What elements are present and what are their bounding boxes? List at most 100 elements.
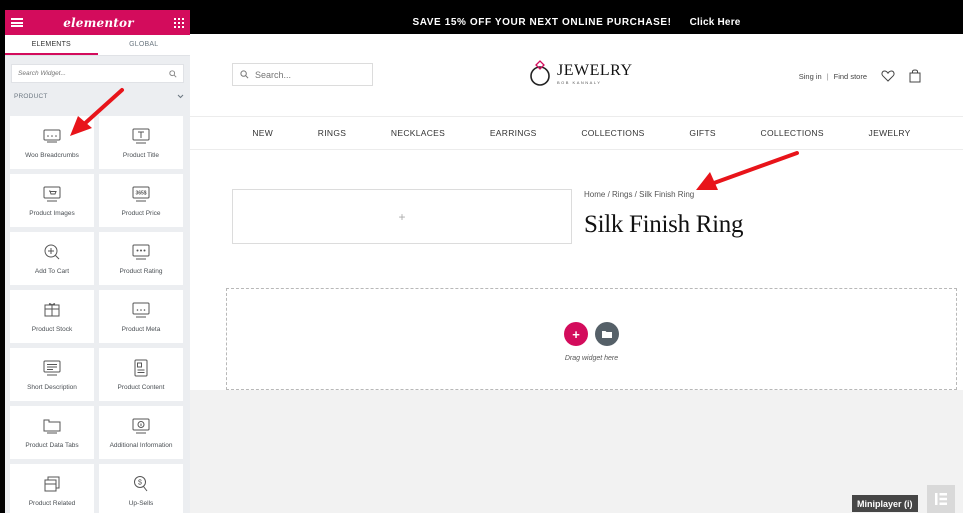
stock-icon [43, 300, 61, 320]
site-search-input[interactable] [255, 69, 365, 80]
breadcrumb: Home / Rings / Silk Finish Ring [584, 190, 695, 199]
tab-elements[interactable]: ELEMENTS [5, 35, 98, 55]
widget-label: Product Data Tabs [25, 442, 79, 449]
price-icon: 365$ [132, 184, 150, 204]
widget-label: Short Description [27, 384, 77, 391]
widget-add-to-cart[interactable]: Add To Cart [10, 232, 94, 285]
apps-grid-icon[interactable] [174, 17, 184, 28]
page-preview: SAVE 15% OFF YOUR NEXT ONLINE PURCHASE! … [190, 10, 963, 513]
heart-icon[interactable] [881, 70, 895, 82]
widget-label: Product Meta [121, 326, 161, 333]
add-template-button[interactable] [595, 322, 619, 346]
category-product-header[interactable]: PRODUCT [14, 93, 184, 100]
site-search-box [232, 63, 373, 86]
promo-text: SAVE 15% OFF YOUR NEXT ONLINE PURCHASE! [412, 16, 672, 28]
chevron-down-icon [177, 94, 184, 99]
elementor-panel: elementor ELEMENTS GLOBAL PRODUCT Woo Br… [5, 10, 190, 513]
drop-zone-hint: Drag widget here [564, 355, 619, 362]
widget-short-description[interactable]: Short Description [10, 348, 94, 401]
promo-cta-link[interactable]: Click Here [690, 17, 741, 28]
upsells-icon: $ [132, 474, 150, 494]
widget-label: Product Related [28, 500, 76, 507]
widget-product-content[interactable]: Product Content [99, 348, 183, 401]
brand-tagline: BOB KANNALY [557, 79, 602, 85]
widget-label: Up-Sells [128, 500, 154, 507]
widget-product-images[interactable]: Product Images [10, 174, 94, 227]
header-actions: Sing in | Find store [799, 69, 921, 83]
promo-bar: SAVE 15% OFF YOUR NEXT ONLINE PURCHASE! … [190, 10, 963, 34]
rating-icon [132, 242, 150, 262]
ring-icon [530, 60, 550, 86]
screen: elementor ELEMENTS GLOBAL PRODUCT Woo Br… [0, 0, 963, 513]
widget-search-box [11, 64, 184, 83]
data-tabs-icon [43, 416, 61, 436]
nav-item-collections-2[interactable]: COLLECTIONS [761, 128, 824, 138]
nav-item-rings[interactable]: RINGS [318, 128, 346, 138]
find-store-link[interactable]: Find store [834, 72, 867, 81]
elementor-logo: elementor [63, 15, 134, 30]
add-section-button[interactable]: + [564, 322, 588, 346]
info-icon [132, 416, 150, 436]
title-icon [132, 126, 150, 146]
add-image-icon: + [398, 209, 406, 224]
widget-label: Product Stock [31, 326, 73, 333]
sign-in-link[interactable]: Sing in [799, 72, 822, 81]
panel-header: elementor [5, 10, 190, 35]
tab-global[interactable]: GLOBAL [98, 35, 191, 55]
widget-label: Product Rating [119, 268, 163, 275]
widget-product-meta[interactable]: Product Meta [99, 290, 183, 343]
images-icon [43, 184, 61, 204]
folder-icon [602, 331, 612, 338]
search-icon [169, 69, 177, 78]
brand-name: JEWELRY [557, 61, 633, 79]
product-image-placeholder[interactable]: + [232, 189, 572, 244]
widget-label: Product Images [29, 210, 75, 217]
widget-product-stock[interactable]: Product Stock [10, 290, 94, 343]
nav-item-gifts[interactable]: GIFTS [689, 128, 716, 138]
brand-logo[interactable]: JEWELRY BOB KANNALY [528, 59, 633, 87]
divider: | [826, 71, 829, 81]
meta-icon [132, 300, 150, 320]
nav-item-earrings[interactable]: EARRINGS [490, 128, 537, 138]
product-title: Silk Finish Ring [584, 211, 744, 238]
widget-label: Additional Information [109, 442, 173, 449]
widget-label: Product Content [117, 384, 165, 391]
price-glyph: 365$ [135, 191, 146, 197]
nav-item-new[interactable]: NEW [252, 128, 273, 138]
widget-up-sells[interactable]: $ Up-Sells [99, 464, 183, 513]
short-description-icon [43, 358, 61, 378]
widget-grid: Woo Breadcrumbs Product Title Product Im… [10, 116, 185, 513]
widget-label: Product Title [122, 152, 160, 159]
widget-product-price[interactable]: 365$ Product Price [99, 174, 183, 227]
elementor-badge-icon[interactable] [927, 485, 955, 513]
widget-product-data-tabs[interactable]: Product Data Tabs [10, 406, 94, 459]
widget-product-related[interactable]: Product Related [10, 464, 94, 513]
widget-search-input[interactable] [18, 70, 158, 77]
miniplayer-button[interactable]: Miniplayer (i) [852, 495, 918, 512]
widget-label: Add To Cart [34, 268, 70, 275]
drop-zone-actions: + [564, 322, 619, 346]
nav-item-necklaces[interactable]: NECKLACES [391, 128, 445, 138]
main-navigation: NEW RINGS NECKLACES EARRINGS COLLECTIONS… [190, 116, 963, 150]
add-to-cart-icon [43, 242, 61, 262]
widget-product-rating[interactable]: Product Rating [99, 232, 183, 285]
preview-background [190, 390, 963, 513]
widget-label: Woo Breadcrumbs [25, 152, 79, 159]
shopping-bag-icon[interactable] [909, 69, 921, 83]
panel-tabs: ELEMENTS GLOBAL [5, 35, 190, 56]
search-icon [240, 70, 249, 79]
breadcrumbs-icon [43, 126, 61, 146]
widget-woo-breadcrumbs[interactable]: Woo Breadcrumbs [10, 116, 94, 169]
nav-item-jewelry[interactable]: JEWELRY [869, 128, 911, 138]
menu-icon[interactable] [11, 18, 23, 27]
related-icon [43, 474, 61, 494]
nav-item-collections[interactable]: COLLECTIONS [581, 128, 644, 138]
widget-label: Product Price [121, 210, 161, 217]
svg-text:$: $ [138, 480, 142, 487]
category-label: PRODUCT [14, 93, 48, 100]
site-header: JEWELRY BOB KANNALY Sing in | Find store [190, 34, 963, 116]
content-icon [133, 358, 149, 378]
widget-additional-information[interactable]: Additional Information [99, 406, 183, 459]
widget-product-title[interactable]: Product Title [99, 116, 183, 169]
widget-drop-zone[interactable]: + Drag widget here [226, 288, 957, 390]
